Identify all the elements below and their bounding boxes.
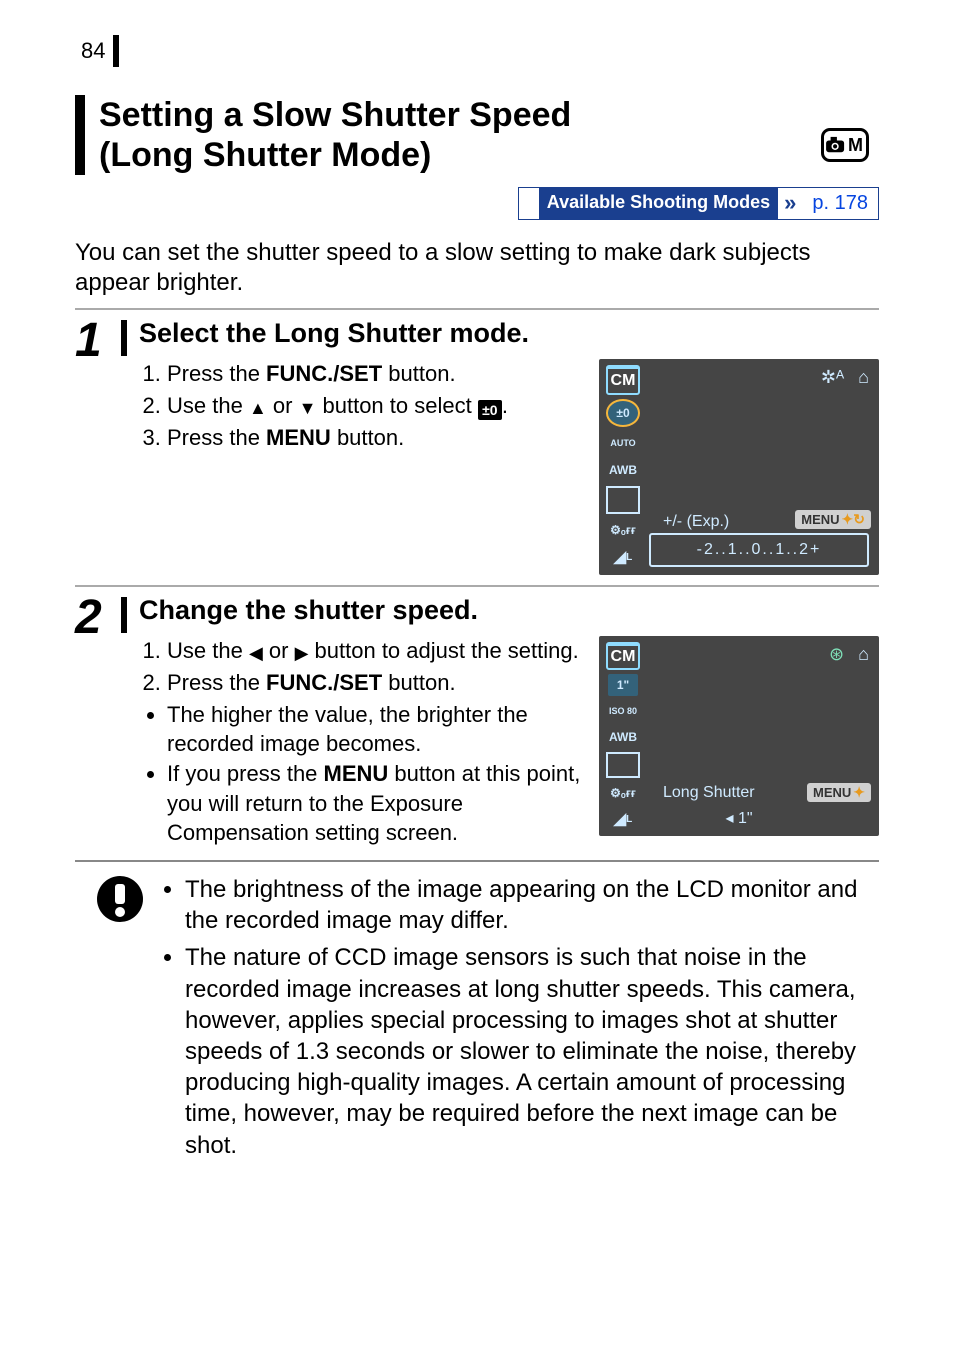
orientation-icon: ⌂ xyxy=(858,367,869,388)
ss-off-icon: ⚙ₒғғ xyxy=(608,782,638,804)
step-bar xyxy=(121,320,127,356)
available-modes-link[interactable]: p. 178 xyxy=(802,188,878,219)
right-arrow-icon: ▶ xyxy=(295,641,309,665)
flash-auto-icon: ✲ᴬ xyxy=(821,367,844,388)
instruction-item: Press the FUNC./SET button. xyxy=(167,359,583,389)
camera-glyph-icon xyxy=(825,136,847,154)
up-arrow-icon: ▲ xyxy=(249,396,267,420)
divider xyxy=(75,308,879,310)
text: If you press the xyxy=(167,761,324,786)
text: or xyxy=(263,638,295,663)
ss-shutter-value-icon: 1" xyxy=(608,674,638,696)
step-2: 2 Change the shutter speed. Use the ◀ or… xyxy=(75,595,879,848)
mode-letter: M xyxy=(848,135,863,156)
button-name: MENU xyxy=(266,425,331,450)
title-bar xyxy=(75,95,85,175)
button-name: MENU xyxy=(324,761,389,786)
title-line-1: Setting a Slow Shutter Speed xyxy=(99,96,571,134)
step-content: Select the Long Shutter mode. Press the … xyxy=(139,318,879,575)
ss-iso-auto-icon: AUTO xyxy=(608,431,638,455)
down-arrow-icon: ▼ xyxy=(299,396,317,420)
ss-drive-icon xyxy=(606,752,640,778)
intro-text: You can set the shutter speed to a slow … xyxy=(75,238,879,298)
ss-drive-icon xyxy=(606,486,640,514)
ss-off-icon: ⚙ₒғғ xyxy=(608,518,638,542)
text: Use the xyxy=(167,393,249,418)
text: Press the xyxy=(167,670,266,695)
bullet-item: If you press the MENU button at this poi… xyxy=(167,759,583,848)
ss-mode-label: +/- (Exp.) xyxy=(663,513,729,531)
exposure-icon: ±0 xyxy=(478,400,502,420)
step-content: Change the shutter speed. Use the ◀ or ▶… xyxy=(139,595,879,848)
orientation-icon: ⌂ xyxy=(858,644,869,665)
page-number: 84 xyxy=(81,38,105,64)
step-number: 1 xyxy=(75,318,121,575)
instruction-item: Press the MENU button. xyxy=(167,423,583,453)
chevron-right-icon: » xyxy=(778,188,802,219)
ss-awb-icon: AWB xyxy=(608,458,638,482)
text: button to select xyxy=(316,393,477,418)
ss-exposure-icon: ±0 xyxy=(606,399,640,427)
text: button. xyxy=(331,425,404,450)
step-number: 2 xyxy=(75,595,121,848)
button-name: FUNC./SET xyxy=(266,670,382,695)
caution-item: The nature of CCD image sensors is such … xyxy=(185,942,879,1160)
timer-icon: ⊛ xyxy=(829,644,844,665)
step-heading: Select the Long Shutter mode. xyxy=(139,318,879,349)
menu-label: MENU xyxy=(813,785,851,800)
caution-icon xyxy=(95,874,145,924)
camera-screenshot-1: ✲ᴬ ⌂ CM ±0 AUTO AWB ⚙ₒғғ ◢L +/- (Exp.) xyxy=(599,359,879,575)
page-header: 84 xyxy=(81,35,879,67)
ss-sidebar: CM ±0 AUTO AWB ⚙ₒғғ ◢L xyxy=(605,365,641,569)
ss-mode-label: Long Shutter xyxy=(663,784,755,802)
ss-awb-icon: AWB xyxy=(608,726,638,748)
title-text: Setting a Slow Shutter Speed (Long Shutt… xyxy=(99,95,571,175)
available-modes-box: Available Shooting Modes » p. 178 xyxy=(518,187,879,220)
text: Use the xyxy=(167,638,249,663)
ss-menu-pill: MENU✦↻ xyxy=(795,510,871,529)
instruction-item: Use the ◀ or ▶ button to adjust the sett… xyxy=(167,636,583,666)
text: button. xyxy=(382,670,455,695)
title-line-2: (Long Shutter Mode) xyxy=(99,136,431,174)
step-instructions: Use the ◀ or ▶ button to adjust the sett… xyxy=(139,636,583,848)
swirl-icon: ✦ xyxy=(853,784,865,800)
ss-status-icons: ⊛ ⌂ xyxy=(829,644,869,665)
ss-sidebar: CM 1" ISO 80 AWB ⚙ₒғғ ◢L xyxy=(605,642,641,830)
divider xyxy=(75,585,879,587)
menu-label: MENU xyxy=(801,512,839,527)
text: button. xyxy=(382,361,455,386)
text: button to adjust the setting. xyxy=(308,638,578,663)
bullet-item: The higher the value, the brighter the r… xyxy=(167,700,583,759)
camera-screenshot-2: ⊛ ⌂ CM 1" ISO 80 AWB ⚙ₒғғ ◢L Long Shutte… xyxy=(599,636,879,836)
ss-shutter-value: ◂ 1" xyxy=(599,808,879,828)
caution-item: The brightness of the image appearing on… xyxy=(185,874,879,936)
button-name: FUNC./SET xyxy=(266,361,382,386)
ss-exposure-scale: -2..1..0..1..2+ xyxy=(649,533,869,567)
ss-cm-icon: CM xyxy=(606,642,640,670)
step-bar xyxy=(121,597,127,633)
ss-menu-pill: MENU✦ xyxy=(807,783,871,802)
text: Press the xyxy=(167,425,266,450)
text: . xyxy=(502,393,508,418)
ss-iso-icon: ISO 80 xyxy=(608,700,638,722)
page-number-divider xyxy=(113,35,119,67)
swirl-icon: ✦↻ xyxy=(842,511,865,527)
step-instructions: Press the FUNC./SET button. Use the ▲ or… xyxy=(139,359,583,575)
left-arrow-icon: ◀ xyxy=(249,641,263,665)
camera-mode-icon: M xyxy=(821,128,869,162)
caution-list: The brightness of the image appearing on… xyxy=(163,874,879,1167)
ss-status-icons: ✲ᴬ ⌂ xyxy=(821,367,869,388)
text: or xyxy=(267,393,299,418)
text: Press the xyxy=(167,361,266,386)
ss-cm-icon: CM xyxy=(606,365,640,395)
ss-size-icon: ◢L xyxy=(608,546,638,570)
step-1: 1 Select the Long Shutter mode. Press th… xyxy=(75,318,879,575)
instruction-item: Press the FUNC./SET button. xyxy=(167,668,583,698)
instruction-item: Use the ▲ or ▼ button to select ±0. xyxy=(167,391,583,421)
caution-block: The brightness of the image appearing on… xyxy=(75,860,879,1167)
available-modes-label: Available Shooting Modes xyxy=(539,188,778,219)
step-heading: Change the shutter speed. xyxy=(139,595,879,626)
section-title: Setting a Slow Shutter Speed (Long Shutt… xyxy=(75,95,879,175)
page: 84 Setting a Slow Shutter Speed (Long Sh… xyxy=(0,0,954,1351)
